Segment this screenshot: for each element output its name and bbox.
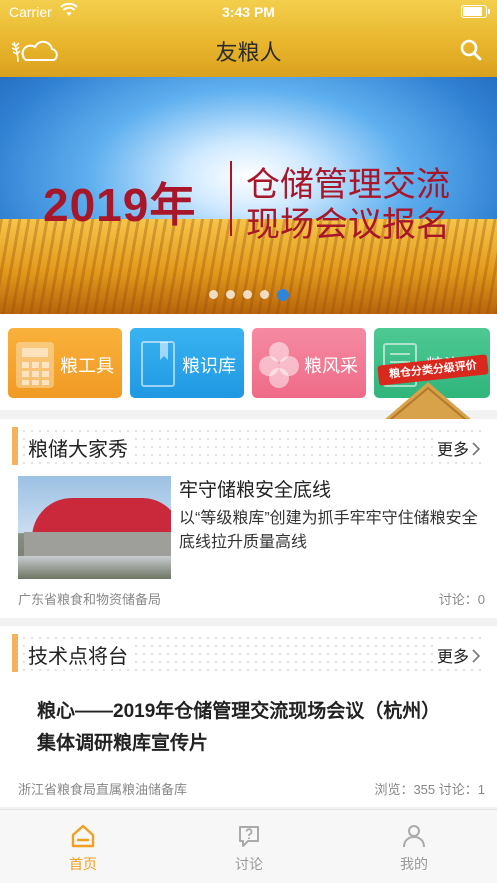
banner-divider [230, 161, 232, 236]
more-link[interactable]: 更多 [432, 643, 481, 667]
news-title[interactable]: 牢守储粮安全底线 [179, 475, 331, 502]
tile-label: 粮识库 [182, 356, 236, 376]
more-link[interactable]: 更多 [432, 436, 481, 460]
flower-icon [259, 342, 299, 388]
tab-bar: 首页 讨论 我的 [0, 809, 497, 883]
section-header: 粮储大家秀 更多 [12, 427, 485, 465]
section-title: 技术点将台 [28, 640, 132, 669]
question-bubble-icon [239, 826, 259, 847]
user-icon [403, 825, 425, 848]
section-tech: 技术点将台 更多 粮心——2019年仓储管理交流现场会议（杭州）集体调研粮库宣传… [0, 626, 497, 807]
tab-label: 首页 [69, 856, 97, 872]
search-icon[interactable] [459, 38, 483, 62]
tab-label: 我的 [400, 856, 428, 872]
section-showcase: 粮储大家秀 更多 牢守储粮安全底线 以“等级粮库”创建为抓手牢牢守住储粮安全底线… [0, 419, 497, 618]
carousel-dots[interactable] [0, 286, 497, 301]
banner-year: 2019年 [43, 179, 197, 231]
carousel-dot[interactable] [259, 290, 269, 300]
section-accent-bar [12, 634, 18, 672]
banner-line-2: 现场会议报名 [246, 206, 450, 244]
carousel-dot[interactable] [225, 290, 235, 300]
warehouse-wall [24, 532, 171, 556]
tab-label: 讨论 [235, 856, 263, 872]
home-icon [71, 824, 95, 848]
top-bar: Carrier 3:43 PM 友粮人 [0, 0, 497, 77]
page-title: 友粮人 [215, 40, 282, 65]
video-title[interactable]: 粮心——2019年仓储管理交流现场会议（杭州）集体调研粮库宣传片 [37, 696, 457, 760]
section-title: 粮储大家秀 [28, 433, 132, 462]
tab-profile[interactable]: 我的 [331, 810, 497, 883]
book-icon [141, 341, 175, 387]
news-source: 广东省粮食和物资储备局 [18, 592, 162, 607]
chevron-right-icon [472, 649, 481, 663]
ground [18, 556, 171, 579]
news-comment-count: 讨论：0 [438, 592, 485, 607]
video-stats: 浏览：355 讨论：1 [374, 782, 485, 797]
tile-showcase[interactable]: 粮风采 [252, 328, 366, 398]
video-source: 浙江省粮食局直属粮油储备库 [18, 782, 188, 797]
tile-label: 粮工具 [60, 356, 114, 376]
battery-icon [461, 5, 490, 18]
carousel-dot[interactable] [242, 290, 252, 300]
carousel-dot[interactable] [208, 290, 218, 300]
status-bar: Carrier 3:43 PM [0, 0, 497, 24]
calculator-icon [16, 342, 54, 388]
more-label: 更多 [436, 649, 469, 666]
news-thumbnail[interactable] [18, 476, 171, 579]
more-label: 更多 [436, 442, 469, 459]
banner-carousel[interactable]: 2019年 仓储管理交流 现场会议报名 [0, 77, 497, 314]
tile-label: 粮风采 [304, 356, 358, 376]
section-header: 技术点将台 更多 [12, 634, 485, 672]
chevron-right-icon [472, 442, 481, 456]
tab-discussion[interactable]: 讨论 [166, 810, 332, 883]
tile-tools[interactable]: 粮工具 [8, 328, 122, 398]
section-accent-bar [12, 427, 18, 465]
clock: 3:43 PM [222, 4, 275, 20]
tile-knowledge[interactable]: 粮识库 [130, 328, 244, 398]
news-description: 以“等级粮库”创建为抓手牢牢守住储粮安全底线拉升质量高线 [179, 510, 478, 551]
tab-home[interactable]: 首页 [0, 810, 166, 883]
carousel-dot-active[interactable] [276, 288, 289, 301]
